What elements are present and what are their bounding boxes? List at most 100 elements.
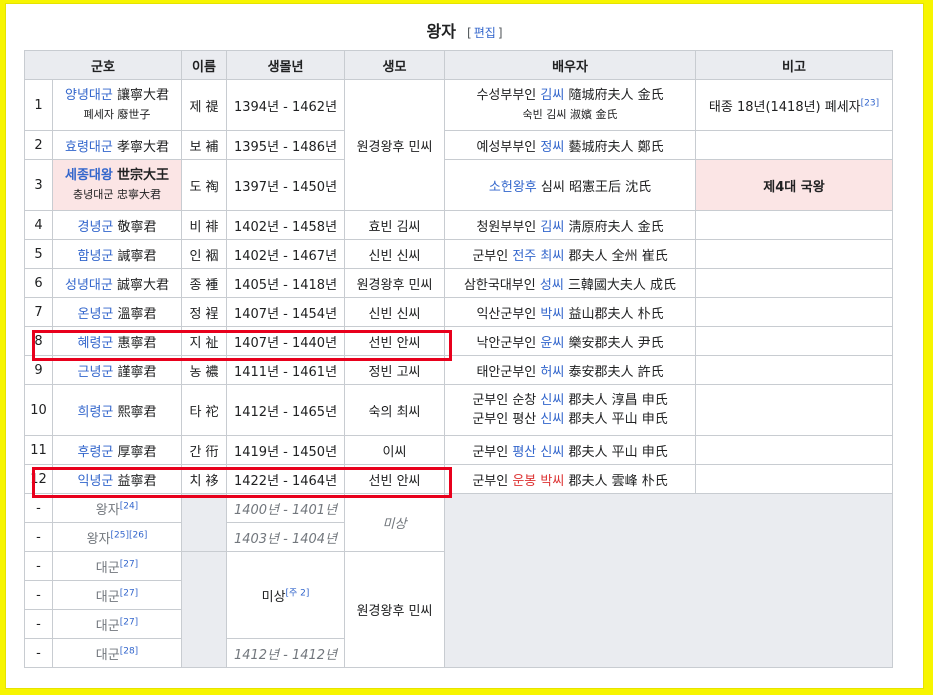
title-cell: 경녕군 敬寧君 bbox=[51, 210, 183, 240]
row-number: - bbox=[24, 493, 53, 523]
name-cell: 종 褈 bbox=[181, 268, 228, 298]
footnote-ref[interactable]: [25][26] bbox=[110, 530, 147, 540]
spouse-cell: 군부인 평산 신씨 郡夫人 平山 申氏 bbox=[444, 435, 697, 465]
title-link[interactable]: 후령군 bbox=[77, 445, 113, 460]
footnote-ref[interactable]: [27] bbox=[120, 588, 138, 598]
title-cell: 함녕군 諴寧君 bbox=[51, 239, 183, 269]
footnote-ref[interactable]: [24] bbox=[120, 501, 138, 511]
name-cell: 도 祹 bbox=[181, 159, 228, 211]
name-cell: 보 補 bbox=[181, 130, 228, 160]
years-cell: 1419년 - 1450년 bbox=[226, 435, 346, 465]
title-link[interactable]: 희령군 bbox=[77, 405, 113, 420]
title-link[interactable]: 세종대왕 bbox=[65, 168, 113, 183]
header-note: 비고 bbox=[695, 50, 894, 80]
years-cell: 1407년 - 1454년 bbox=[226, 297, 346, 327]
years-cell: 미상[주 2] bbox=[226, 551, 346, 639]
name-cell-empty bbox=[181, 551, 228, 668]
table-row: 8 혜령군 惠寧君 지 祉 1407년 - 1440년 선빈 안씨 낙안군부인 … bbox=[24, 326, 894, 356]
row-number: 5 bbox=[24, 239, 53, 269]
title-link[interactable]: 근녕군 bbox=[77, 365, 113, 380]
footnote-ref[interactable]: [28] bbox=[120, 646, 138, 656]
spouse-sub: 숙빈 김씨 淑嬪 金氏 bbox=[522, 108, 618, 121]
spouse-link[interactable]: 전주 최씨 bbox=[512, 249, 564, 264]
table-header-row: 군호 이름 생몰년 생모 배우자 비고 bbox=[23, 50, 894, 80]
empty-spouse-note-area bbox=[444, 493, 894, 668]
edit-link[interactable]: 편집 bbox=[474, 26, 496, 40]
mother-cell: 신빈 신씨 bbox=[344, 297, 446, 327]
title-cell: 세종대왕 世宗大王 충녕대군 忠寧大君 bbox=[51, 159, 183, 211]
header-name: 이름 bbox=[181, 50, 228, 80]
title-link[interactable]: 혜령군 bbox=[77, 336, 113, 351]
row-number: 6 bbox=[24, 268, 53, 298]
title-link[interactable]: 경녕군 bbox=[77, 220, 113, 235]
table-row: 1 양녕대군 讓寧大君 폐세자 廢世子 제 禔 1394년 - 1462년 원경… bbox=[24, 79, 894, 211]
table-row: - 왕자[24] 1400년 - 1401년 미상 bbox=[24, 493, 894, 668]
row-number: 9 bbox=[24, 355, 53, 385]
footnote-ref[interactable]: [27] bbox=[120, 617, 138, 627]
mother-cell: 원경왕후 민씨 bbox=[344, 268, 446, 298]
years-cell: 1395년 - 1486년 bbox=[226, 130, 346, 160]
header-mother: 생모 bbox=[344, 50, 446, 80]
table-row: 4 경녕군 敬寧君 비 裶 1402년 - 1458년 효빈 김씨 청원부부인 … bbox=[24, 210, 894, 240]
spouse-link[interactable]: 소헌왕후 bbox=[489, 180, 537, 195]
row-number: - bbox=[24, 638, 53, 668]
name-cell: 간 衎 bbox=[181, 435, 228, 465]
spouse-link[interactable]: 허씨 bbox=[540, 365, 564, 380]
row-number: 10 bbox=[24, 384, 53, 436]
spouse-link[interactable]: 신씨 bbox=[540, 393, 564, 408]
title-sub: 폐세자 廢世子 bbox=[83, 108, 151, 121]
title-cell: 희령군 熙寧君 bbox=[51, 384, 183, 436]
title-link[interactable]: 성녕대군 bbox=[65, 278, 113, 293]
footnote-ref[interactable]: [주 2] bbox=[286, 588, 310, 598]
note-cell bbox=[695, 130, 894, 160]
name-cell: 타 袉 bbox=[181, 384, 228, 436]
spouse-link[interactable]: 평산 신씨 bbox=[512, 445, 564, 460]
spouse-link[interactable]: 신씨 bbox=[540, 412, 564, 427]
footnote-ref[interactable]: [27] bbox=[120, 559, 138, 569]
title-link[interactable]: 양녕대군 bbox=[65, 88, 113, 103]
table-row: 7 온녕군 溫寧君 정 裎 1407년 - 1454년 신빈 신씨 익산군부인 … bbox=[24, 297, 894, 327]
years-cell: 1411년 - 1461년 bbox=[226, 355, 346, 385]
title-link[interactable]: 효령대군 bbox=[65, 140, 113, 155]
spouse-link[interactable]: 성씨 bbox=[540, 278, 564, 293]
spouse-cell: 삼한국대부인 성씨 三韓國大夫人 成氏 bbox=[444, 268, 697, 298]
spouse-link[interactable]: 정씨 bbox=[540, 140, 564, 155]
footnote-ref[interactable]: [23] bbox=[861, 98, 879, 108]
table-row: 9 근녕군 謹寧君 농 襛 1411년 - 1461년 정빈 고씨 태안군부인 … bbox=[24, 355, 894, 385]
name-cell: 농 襛 bbox=[181, 355, 228, 385]
row-number: - bbox=[24, 551, 53, 581]
princes-table: 군호 이름 생몰년 생모 배우자 비고 1 양녕대군 讓寧大君 폐세자 廢世子 … bbox=[23, 50, 894, 668]
section-title: 왕자 bbox=[426, 22, 456, 41]
spouse-cell: 소헌왕후 심씨 昭憲王后 沈氏 bbox=[444, 159, 697, 211]
spouse-cell: 청원부부인 김씨 淸原府夫人 金氏 bbox=[444, 210, 697, 240]
row-number: 8 bbox=[24, 326, 53, 356]
title-cell: 대군[27] bbox=[51, 580, 183, 610]
title-cell: 효령대군 孝寧大君 bbox=[51, 130, 183, 160]
spouse-link[interactable]: 윤씨 bbox=[540, 336, 564, 351]
years-cell: 1400년 - 1401년 bbox=[226, 493, 346, 523]
mother-cell: 원경왕후 민씨 bbox=[344, 79, 446, 211]
title-hanja: 讓寧大君 bbox=[116, 88, 169, 103]
edit-section: [편집] bbox=[467, 26, 503, 40]
spouse-link[interactable]: 김씨 bbox=[540, 220, 564, 235]
title-link[interactable]: 익녕군 bbox=[77, 474, 113, 489]
title-link[interactable]: 온녕군 bbox=[77, 307, 113, 322]
mother-cell: 원경왕후 민씨 bbox=[344, 551, 446, 668]
table-row: 5 함녕군 諴寧君 인 裀 1402년 - 1467년 신빈 신씨 군부인 전주… bbox=[24, 239, 894, 269]
title-link[interactable]: 함녕군 bbox=[77, 249, 113, 264]
mother-cell: 효빈 김씨 bbox=[344, 210, 446, 240]
years-cell: 1394년 - 1462년 bbox=[226, 79, 346, 131]
row-number: - bbox=[24, 609, 53, 639]
name-cell: 지 祉 bbox=[181, 326, 228, 356]
spouse-redlink[interactable]: 운봉 박씨 bbox=[512, 474, 564, 489]
title-sub: 충녕대군 忠寧大君 bbox=[73, 188, 161, 201]
header-spouse: 배우자 bbox=[444, 50, 697, 80]
years-cell: 1405년 - 1418년 bbox=[226, 268, 346, 298]
row-number: 1 bbox=[24, 79, 53, 131]
spouse-link[interactable]: 김씨 bbox=[540, 88, 564, 103]
spouse-cell: 군부인 운봉 박씨 郡夫人 雲峰 朴氏 bbox=[444, 464, 697, 494]
spouse-link[interactable]: 박씨 bbox=[540, 307, 564, 322]
spouse-cell: 군부인 순창 신씨 郡夫人 淳昌 申氏 군부인 평산 신씨 郡夫人 平山 申氏 bbox=[444, 384, 697, 436]
title-cell: 양녕대군 讓寧大君 폐세자 廢世子 bbox=[51, 79, 183, 131]
years-cell: 1397년 - 1450년 bbox=[226, 159, 346, 211]
